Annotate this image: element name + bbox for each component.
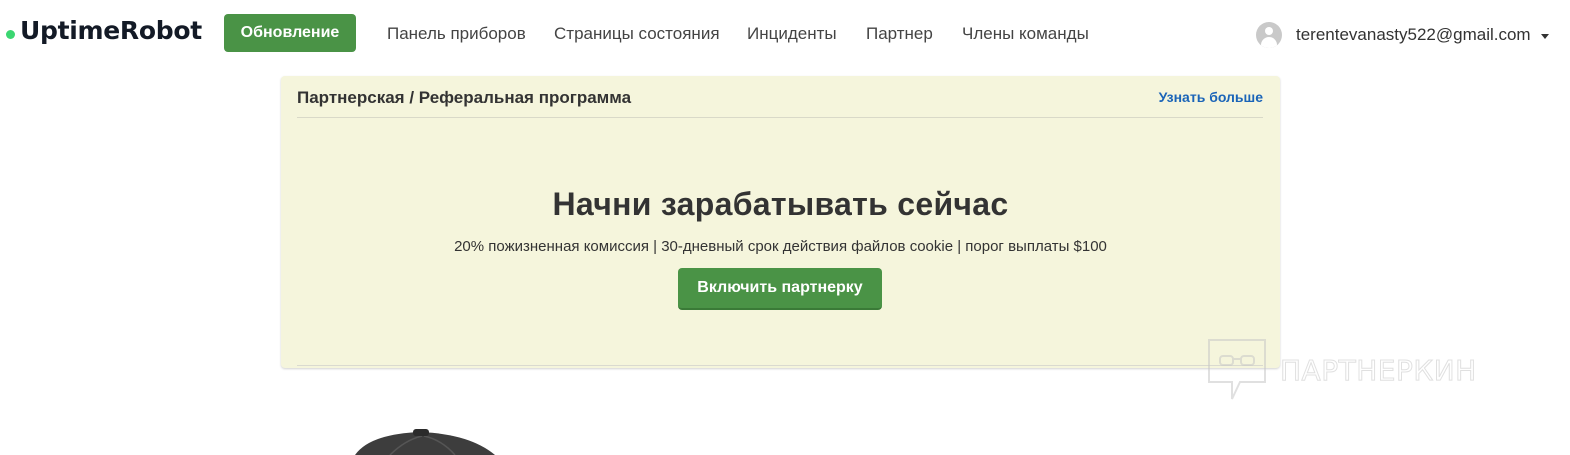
- enable-affiliate-button[interactable]: Включить партнерку: [678, 268, 882, 310]
- chat-bubble-glasses-icon: [1208, 339, 1266, 400]
- panel-headline: Начни зарабатывать сейчас: [552, 186, 1009, 222]
- learn-more-link[interactable]: Узнать больше: [1159, 89, 1263, 105]
- panel-bottom-divider: [297, 365, 1263, 366]
- nav-link-incidents[interactable]: Инциденты: [747, 24, 837, 44]
- nav-link-partner[interactable]: Партнер: [866, 24, 933, 44]
- logo-text: UptimeRobot: [20, 16, 202, 45]
- panel-title: Партнерская / Реферальная программа: [297, 88, 632, 107]
- nav-link-status-pages[interactable]: Страницы состояния: [554, 24, 720, 44]
- nav-link-team-members[interactable]: Члены команды: [962, 24, 1089, 44]
- cap-illustration: [355, 429, 495, 455]
- watermark-text: ПАРТНЕРКИН: [1280, 353, 1477, 387]
- user-email: terentevanasty522@gmail.com: [1296, 25, 1531, 44]
- nav-link-dashboard[interactable]: Панель приборов: [387, 24, 526, 44]
- status-dot-icon: [6, 30, 15, 39]
- affiliate-panel: Партнерская / Реферальная программа Узна…: [281, 76, 1280, 368]
- user-avatar-icon: [1256, 22, 1282, 48]
- logo[interactable]: UptimeRobot: [6, 16, 202, 45]
- caret-down-icon: [1540, 33, 1549, 39]
- top-navigation: UptimeRobot Обновление Панель приборов С…: [0, 0, 1570, 68]
- panel-subline: 20% пожизненная комиссия | 30-дневный ср…: [454, 238, 1107, 255]
- watermark: ПАРТНЕРКИН: [1206, 337, 1477, 403]
- upgrade-button[interactable]: Обновление: [224, 14, 356, 52]
- panel-divider: [297, 117, 1263, 118]
- user-menu[interactable]: terentevanasty522@gmail.com: [1256, 22, 1549, 48]
